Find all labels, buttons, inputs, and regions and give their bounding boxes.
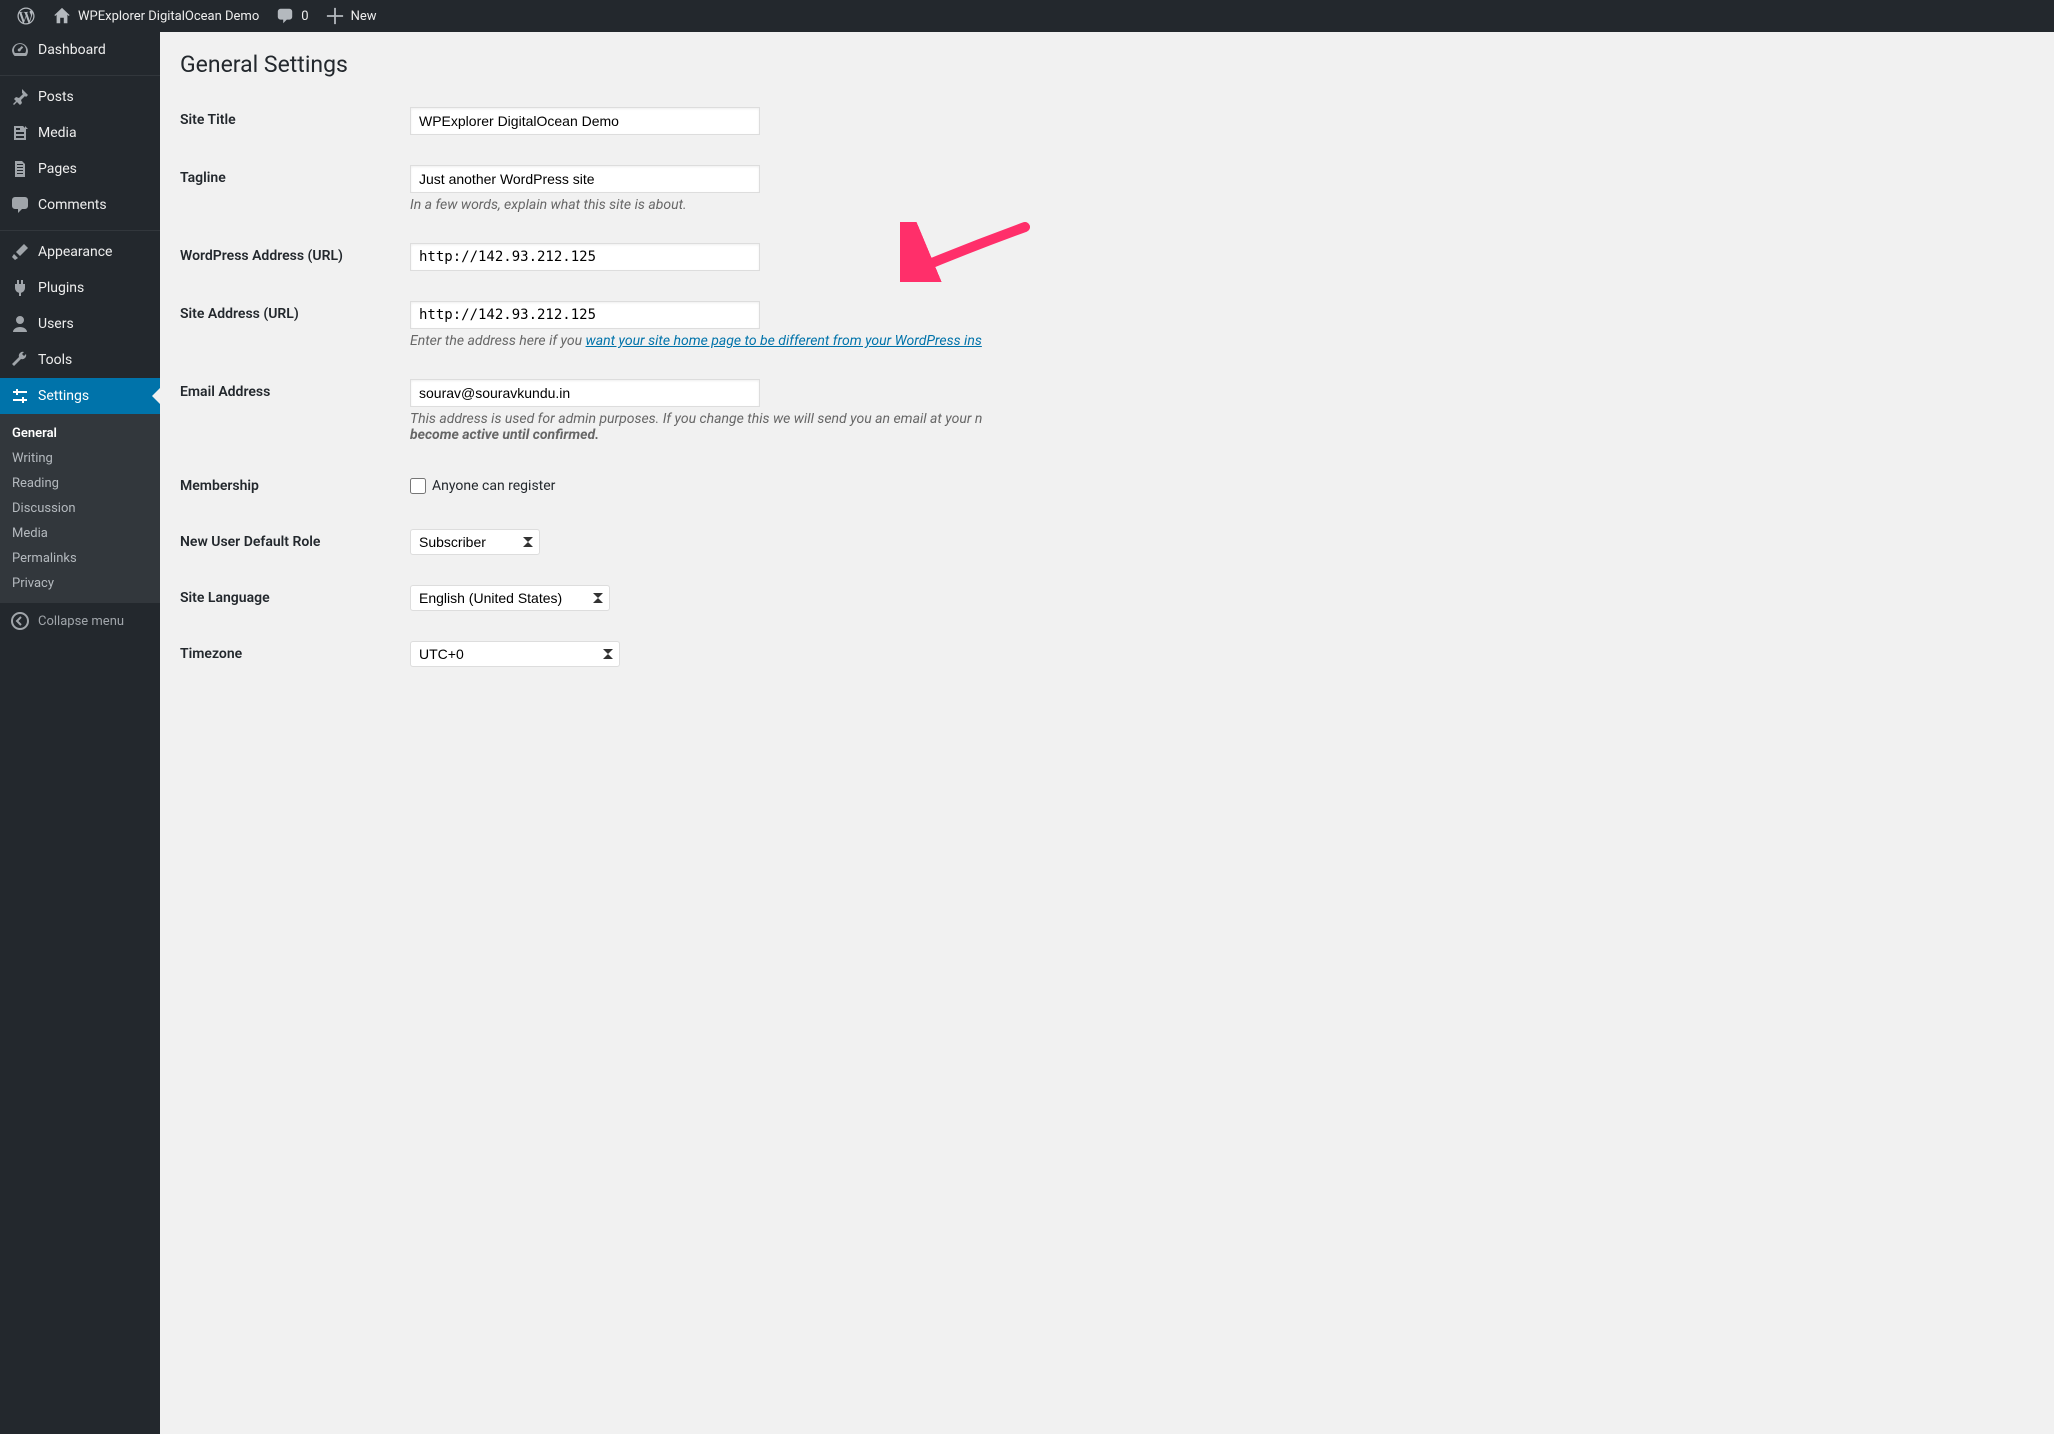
sidebar-item-label: Comments (38, 197, 107, 213)
new-label: New (351, 9, 377, 24)
settings-form: Site Title Tagline In a few words, expla… (180, 92, 2034, 682)
submenu-item-permalinks[interactable]: Permalinks (0, 546, 160, 571)
admin-email-input[interactable] (410, 379, 760, 407)
plus-icon (325, 6, 345, 26)
dashboard-icon (10, 40, 30, 60)
user-icon (10, 314, 30, 334)
sidebar-item-appearance[interactable]: Appearance (0, 234, 160, 270)
sidebar-item-dashboard[interactable]: Dashboard (0, 32, 160, 68)
media-icon (10, 123, 30, 143)
sidebar-item-posts[interactable]: Posts (0, 79, 160, 115)
sidebar-item-pages[interactable]: Pages (0, 151, 160, 187)
new-content-link[interactable]: New (317, 0, 385, 32)
sidebar-item-label: Appearance (38, 244, 112, 260)
sidebar-item-plugins[interactable]: Plugins (0, 270, 160, 306)
field-label-membership: Membership (180, 458, 400, 514)
site-language-select[interactable]: English (United States) (410, 585, 610, 611)
site-name-link[interactable]: WPExplorer DigitalOcean Demo (44, 0, 267, 32)
wp-url-input[interactable] (410, 243, 760, 271)
admin-bar: WPExplorer DigitalOcean Demo 0 New (0, 0, 2054, 32)
site-url-description: Enter the address here if you want your … (410, 333, 2024, 349)
site-url-help-link[interactable]: want your site home page to be different… (586, 333, 982, 349)
submenu-item-privacy[interactable]: Privacy (0, 571, 160, 596)
submenu-item-writing[interactable]: Writing (0, 446, 160, 471)
tagline-input[interactable] (410, 165, 760, 193)
submenu-item-general[interactable]: General (0, 421, 160, 446)
sidebar-item-media[interactable]: Media (0, 115, 160, 151)
site-name-text: WPExplorer DigitalOcean Demo (78, 9, 259, 24)
page-title: General Settings (180, 42, 2034, 82)
field-label-language: Site Language (180, 570, 400, 626)
sidebar-item-comments[interactable]: Comments (0, 187, 160, 223)
field-label-wp-url: WordPress Address (URL) (180, 228, 400, 286)
sidebar-item-label: Users (38, 316, 74, 332)
site-title-input[interactable] (410, 107, 760, 135)
membership-checkbox[interactable] (410, 478, 426, 494)
wrench-icon (10, 350, 30, 370)
collapse-menu[interactable]: Collapse menu (0, 603, 160, 639)
sliders-icon (10, 386, 30, 406)
sidebar-item-label: Posts (38, 89, 74, 105)
menu-separator (0, 226, 160, 231)
sidebar-item-label: Dashboard (38, 42, 106, 58)
field-label-email: Email Address (180, 364, 400, 458)
menu-separator (0, 71, 160, 76)
site-url-input[interactable] (410, 301, 760, 329)
collapse-icon (10, 611, 30, 631)
submenu-item-discussion[interactable]: Discussion (0, 496, 160, 521)
field-label-timezone: Timezone (180, 626, 400, 682)
tagline-description: In a few words, explain what this site i… (410, 197, 2024, 213)
collapse-label: Collapse menu (38, 614, 124, 629)
sidebar-item-settings[interactable]: Settings (0, 378, 160, 414)
submenu-item-reading[interactable]: Reading (0, 471, 160, 496)
comments-link[interactable]: 0 (267, 0, 316, 32)
wp-logo[interactable] (8, 0, 44, 32)
admin-sidebar: Dashboard Posts Media Pages Comments App… (0, 32, 160, 1434)
settings-submenu: General Writing Reading Discussion Media… (0, 414, 160, 603)
field-label-site-title: Site Title (180, 92, 400, 150)
comment-icon (10, 195, 30, 215)
content-area: General Settings Site Title Tagline In a… (160, 32, 2054, 722)
sidebar-item-label: Settings (38, 388, 89, 404)
email-description: This address is used for admin purposes.… (410, 411, 2024, 443)
comments-count: 0 (301, 9, 308, 24)
field-label-site-url: Site Address (URL) (180, 286, 400, 364)
default-role-select[interactable]: Subscriber (410, 529, 540, 555)
sidebar-item-label: Pages (38, 161, 77, 177)
wordpress-icon (16, 6, 36, 26)
timezone-select[interactable]: UTC+0 (410, 641, 620, 667)
sidebar-item-tools[interactable]: Tools (0, 342, 160, 378)
submenu-item-media[interactable]: Media (0, 521, 160, 546)
home-icon (52, 6, 72, 26)
membership-checkbox-label[interactable]: Anyone can register (410, 478, 2024, 494)
field-label-default-role: New User Default Role (180, 514, 400, 570)
page-icon (10, 159, 30, 179)
sidebar-item-label: Plugins (38, 280, 84, 296)
sidebar-item-label: Tools (38, 352, 72, 368)
sidebar-item-users[interactable]: Users (0, 306, 160, 342)
field-label-tagline: Tagline (180, 150, 400, 228)
plug-icon (10, 278, 30, 298)
sidebar-item-label: Media (38, 125, 77, 141)
brush-icon (10, 242, 30, 262)
pin-icon (10, 87, 30, 107)
comment-icon (275, 6, 295, 26)
